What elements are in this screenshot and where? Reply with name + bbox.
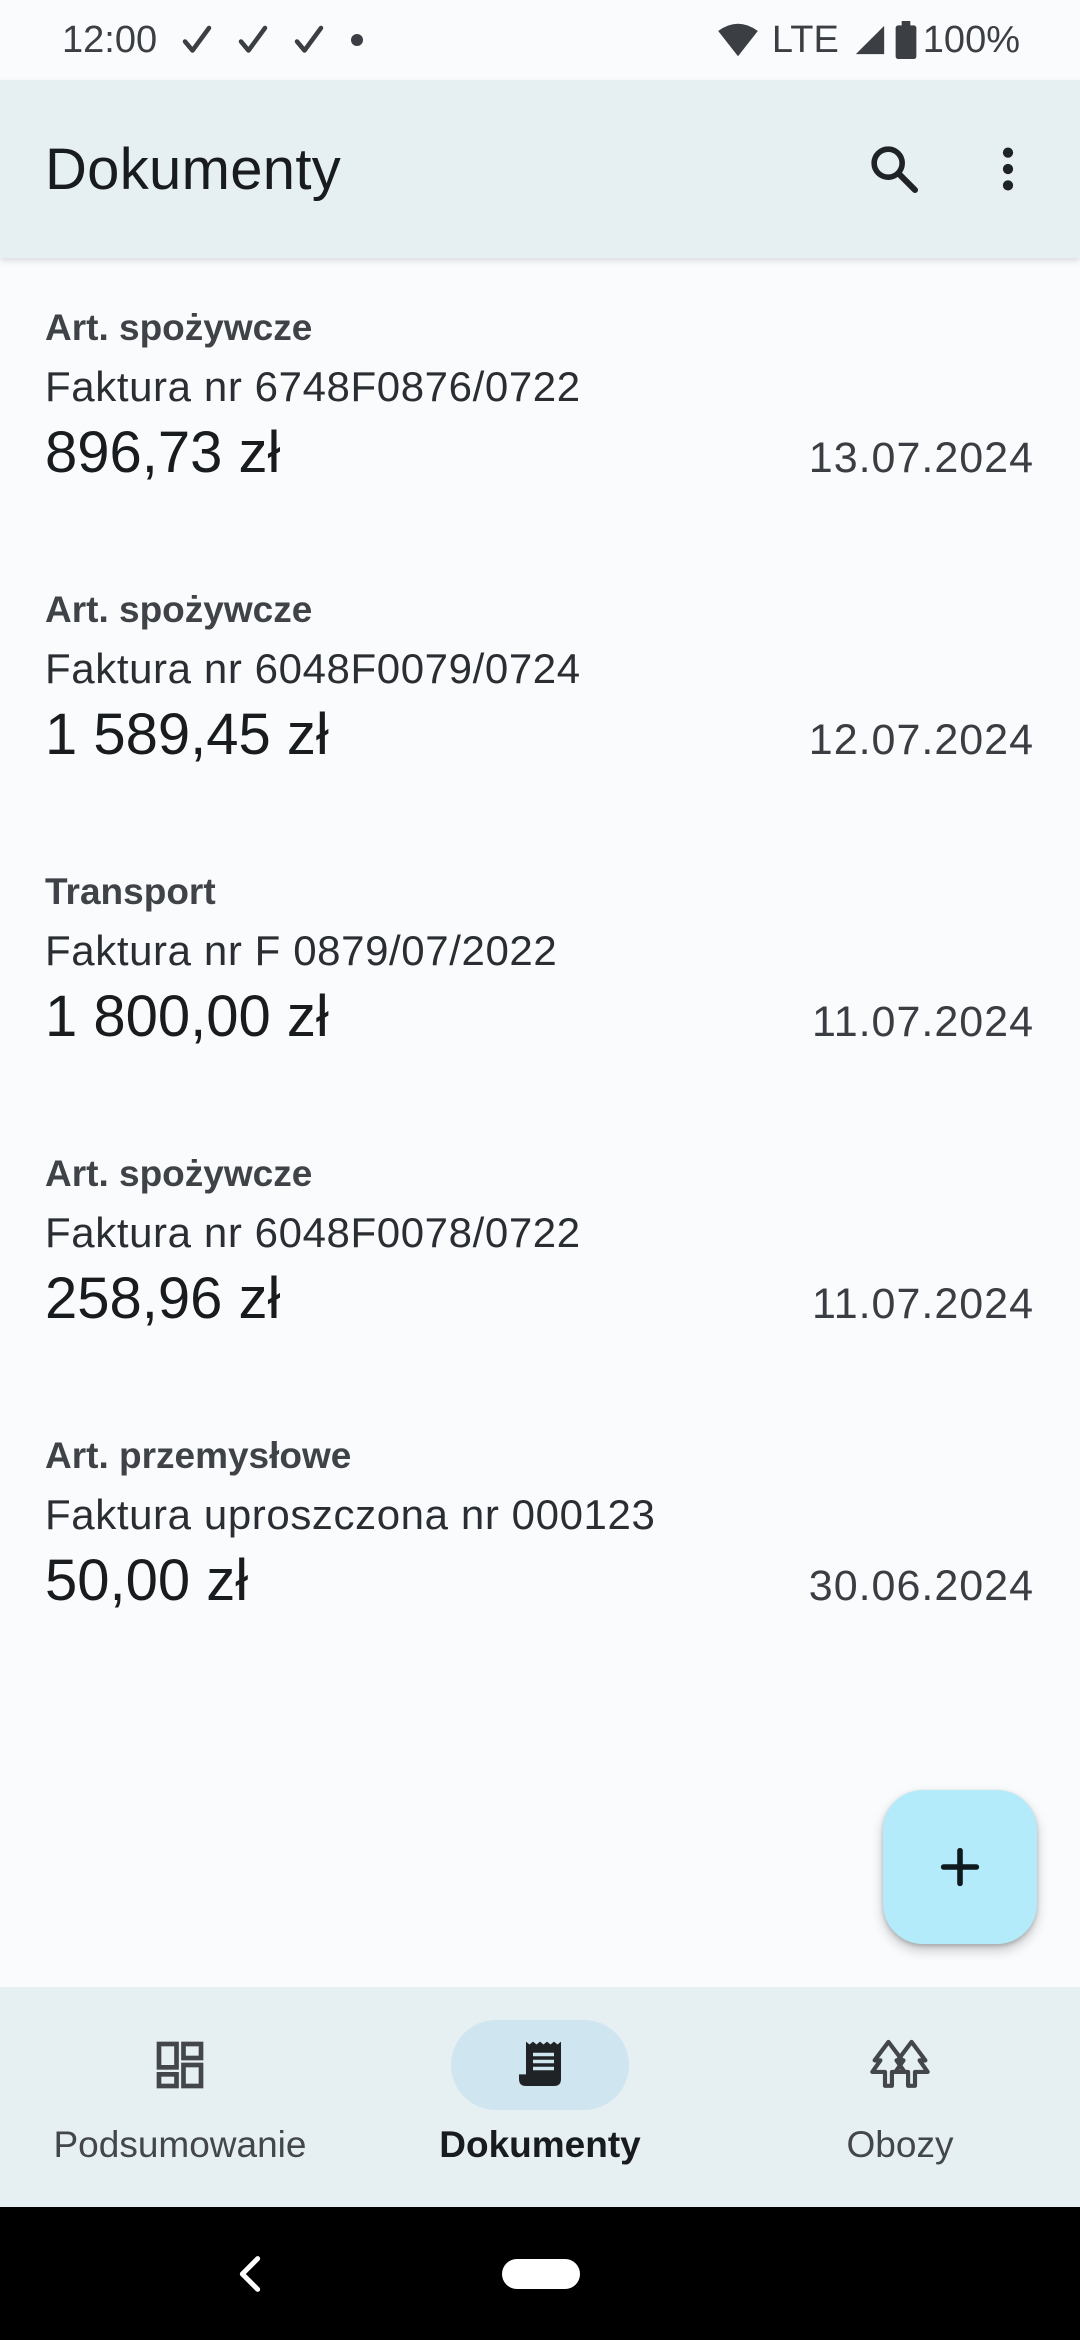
nav-label: Podsumowanie (53, 2124, 307, 2165)
document-item[interactable]: Art. spożywcze Faktura nr 6048F0079/0724… (0, 540, 1080, 822)
back-icon[interactable] (230, 2251, 270, 2297)
document-category: Art. spożywcze (45, 589, 313, 630)
page-title: Dokumenty (45, 136, 342, 202)
document-title: Faktura nr F 0879/07/2022 (45, 927, 558, 974)
nav-icon-container (91, 2020, 269, 2110)
add-icon (940, 1847, 980, 1887)
dashboard-icon (156, 2041, 204, 2089)
signal-icon (855, 25, 884, 55)
nav-item-obozy[interactable]: Obozy (720, 1987, 1080, 2207)
document-category: Art. spożywcze (45, 307, 313, 348)
document-item[interactable]: Art. przemysłowe Faktura uproszczona nr … (0, 1386, 1080, 1668)
document-category: Art. przemysłowe (45, 1435, 352, 1476)
status-time: 12:00 (62, 18, 158, 61)
status-left: 12:00 (62, 19, 387, 62)
screen: 12:00 LTE 100% Dokumenty Art. spożywcze … (0, 0, 1080, 2340)
system-navigation-bar (0, 2207, 1080, 2340)
document-item[interactable]: Art. spożywcze Faktura nr 6748F0876/0722… (0, 258, 1080, 540)
document-list: Art. spożywcze Faktura nr 6748F0876/0722… (0, 258, 1080, 1668)
document-date: 11.07.2024 (811, 998, 1034, 1046)
nav-label: Obozy (846, 2124, 954, 2165)
document-date: 30.06.2024 (808, 1562, 1034, 1610)
document-date: 12.07.2024 (808, 716, 1034, 764)
bottom-navigation: Podsumowanie Dokumenty Obozy (0, 1987, 1080, 2207)
document-item[interactable]: Art. spożywcze Faktura nr 6048F0078/0722… (0, 1104, 1080, 1386)
nav-icon-container (451, 2020, 629, 2110)
nav-item-dokumenty[interactable]: Dokumenty (360, 1987, 720, 2207)
battery-icon (895, 21, 917, 59)
status-right: LTE 100% (708, 19, 1020, 62)
home-gesture-handle[interactable] (502, 2259, 580, 2289)
document-title: Faktura nr 6748F0876/0722 (45, 363, 581, 410)
search-icon (871, 146, 919, 194)
search-button[interactable] (852, 127, 936, 211)
add-document-button[interactable] (883, 1790, 1037, 1944)
wifi-icon (718, 23, 758, 57)
check-icon (182, 25, 212, 53)
document-item[interactable]: Transport Faktura nr F 0879/07/2022 1 80… (0, 822, 1080, 1104)
document-category: Art. spożywcze (45, 1153, 313, 1194)
document-title: Faktura uproszczona nr 000123 (45, 1491, 656, 1538)
nav-label: Dokumenty (439, 2124, 641, 2165)
document-date: 13.07.2024 (808, 434, 1034, 482)
document-date: 11.07.2024 (811, 1280, 1034, 1328)
more-options-button[interactable] (966, 127, 1050, 211)
notification-dot-icon (351, 34, 364, 46)
nav-item-podsumowanie[interactable]: Podsumowanie (0, 1987, 360, 2207)
network-type: LTE (771, 18, 839, 61)
check-icon (238, 25, 268, 53)
document-title: Faktura nr 6048F0078/0722 (45, 1209, 581, 1256)
status-bar: 12:00 LTE 100% (0, 0, 1080, 80)
check-icon (294, 25, 324, 53)
nav-icon-container (811, 2020, 989, 2110)
document-title: Faktura nr 6048F0079/0724 (45, 645, 581, 692)
receipt-icon (519, 2041, 561, 2086)
document-category: Transport (45, 871, 216, 912)
forest-icon (870, 2039, 930, 2088)
more-vert-icon (1002, 147, 1014, 191)
app-bar: Dokumenty (0, 80, 1080, 258)
battery-percent: 100% (922, 18, 1020, 61)
